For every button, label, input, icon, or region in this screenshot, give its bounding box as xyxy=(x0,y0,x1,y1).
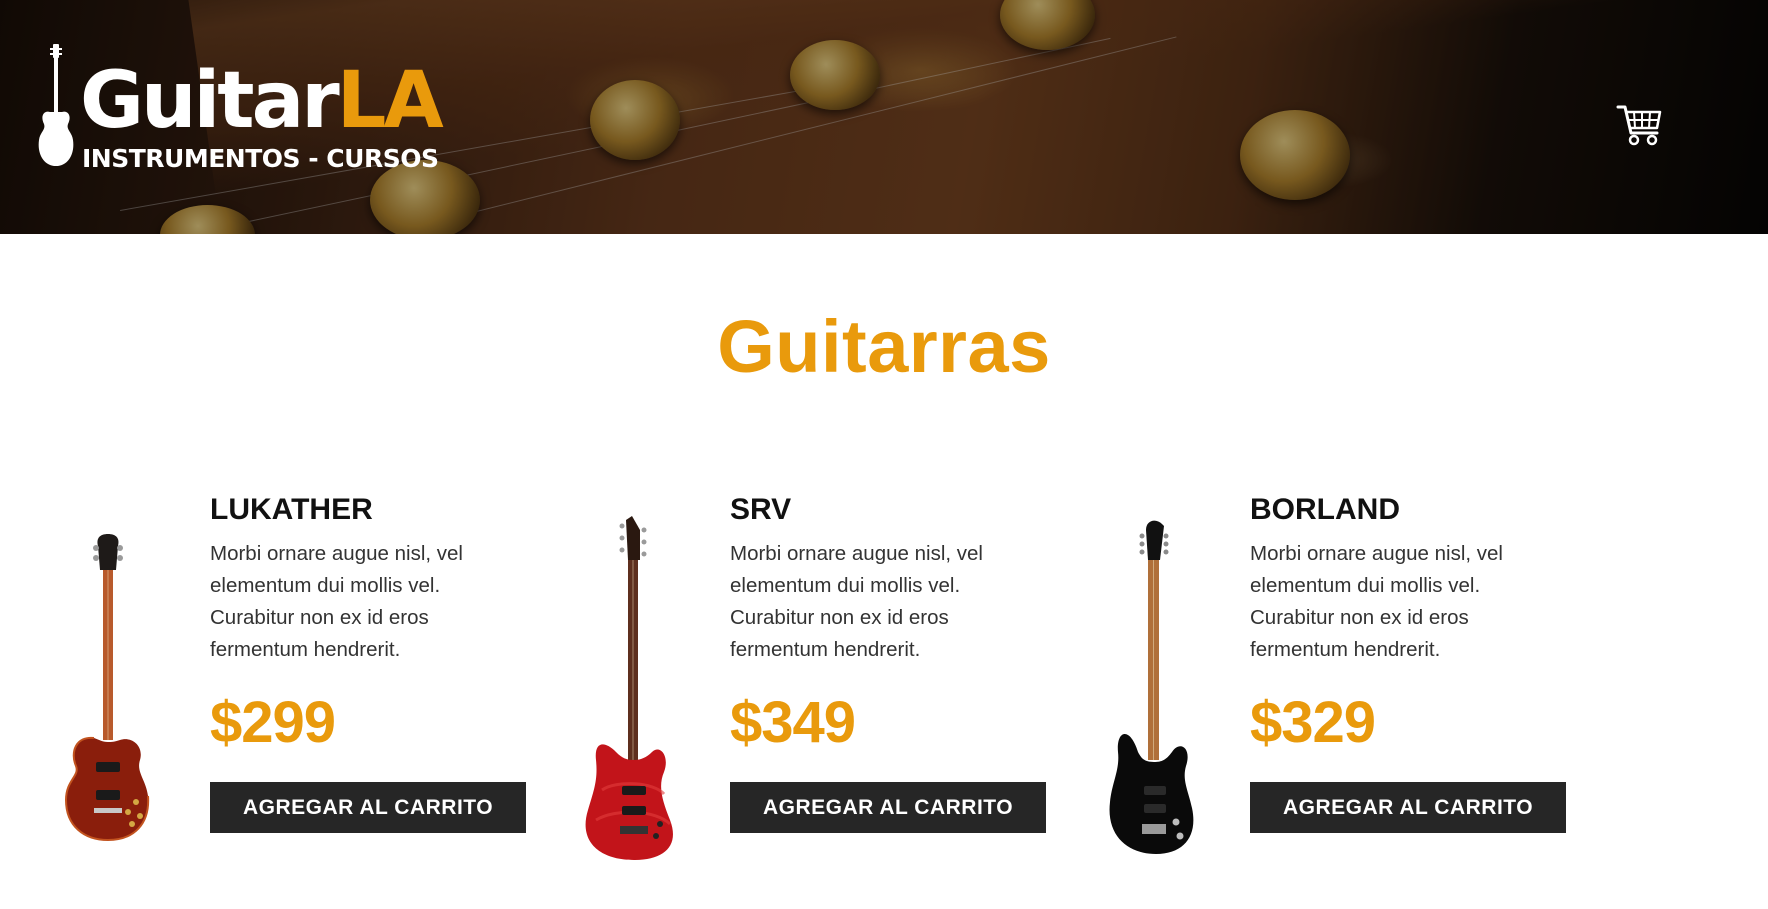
product-info: BORLAND Morbi ornare augue nisl, vel ele… xyxy=(1250,490,1580,833)
add-to-cart-button[interactable]: AGREGAR AL CARRITO xyxy=(210,782,526,833)
product-description: Morbi ornare augue nisl, vel elementum d… xyxy=(730,542,983,661)
product-price: $349 xyxy=(730,690,856,755)
product-price: $329 xyxy=(1250,690,1376,755)
shopping-cart-icon xyxy=(1616,105,1662,146)
product-description: Morbi ornare augue nisl, vel elementum d… xyxy=(1250,542,1503,661)
guitar-logo-icon xyxy=(38,44,74,166)
product-price: $299 xyxy=(210,690,336,755)
product-image-srv xyxy=(585,516,673,860)
product-card: LUKATHER Morbi ornare augue nisl, vel el… xyxy=(36,490,536,860)
logo-subtitle: INSTRUMENTOS - CURSOS xyxy=(82,144,439,173)
logo-title: GuitarLA xyxy=(80,56,444,146)
product-info: SRV Morbi ornare augue nisl, vel element… xyxy=(730,490,1060,833)
add-to-cart-button[interactable]: AGREGAR AL CARRITO xyxy=(1250,782,1566,833)
product-info: LUKATHER Morbi ornare augue nisl, vel el… xyxy=(210,490,540,833)
product-image-borland xyxy=(1109,520,1194,854)
product-description: Morbi ornare augue nisl, vel elementum d… xyxy=(210,542,463,661)
main-content: Guitarras LUKATHER Morbi ornare augue ni… xyxy=(0,234,1768,909)
product-name: BORLAND xyxy=(1250,493,1400,526)
cart-button[interactable] xyxy=(1616,103,1664,147)
product-card: BORLAND Morbi ornare augue nisl, vel ele… xyxy=(1076,490,1576,860)
site-logo[interactable]: GuitarLA INSTRUMENTOS - CURSOS xyxy=(36,44,444,174)
site-header: GuitarLA INSTRUMENTOS - CURSOS xyxy=(0,0,1768,234)
add-to-cart-button[interactable]: AGREGAR AL CARRITO xyxy=(730,782,1046,833)
product-card: SRV Morbi ornare augue nisl, vel element… xyxy=(556,490,1056,860)
page-title: Guitarras xyxy=(717,305,1051,388)
product-image-lukather xyxy=(64,534,150,842)
product-name: LUKATHER xyxy=(210,493,373,526)
product-name: SRV xyxy=(730,493,792,526)
